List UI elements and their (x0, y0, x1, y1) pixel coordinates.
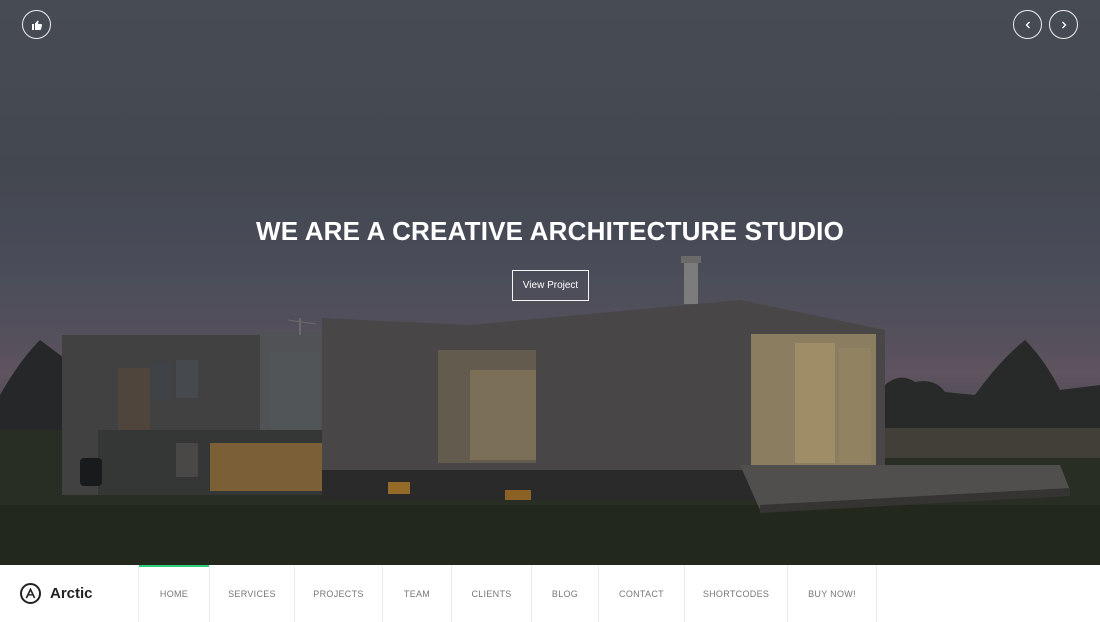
hero-slider: WE ARE A CREATIVE ARCHITECTURE STUDIO Vi… (0, 0, 1100, 565)
brand-name: Arctic (50, 585, 93, 602)
nav-item-team[interactable]: TEAM (383, 565, 452, 622)
letter-a-circle-icon (20, 583, 41, 604)
main-navigation: Arctic HOME SERVICES PROJECTS TEAM CLIEN… (0, 565, 1100, 622)
nav-item-blog[interactable]: BLOG (532, 565, 599, 622)
nav-item-projects[interactable]: PROJECTS (295, 565, 383, 622)
nav-item-services[interactable]: SERVICES (210, 565, 295, 622)
brand-logo[interactable]: Arctic (20, 565, 93, 622)
like-button[interactable] (22, 10, 51, 39)
next-slide-button[interactable] (1049, 10, 1078, 39)
nav-item-home[interactable]: HOME (139, 565, 210, 622)
view-project-button[interactable]: View Project (512, 270, 589, 301)
nav-item-contact[interactable]: CONTACT (599, 565, 685, 622)
chevron-left-icon (1025, 21, 1030, 28)
nav-item-clients[interactable]: CLIENTS (452, 565, 532, 622)
nav-item-shortcodes[interactable]: SHORTCODES (685, 565, 788, 622)
hero-title: WE ARE A CREATIVE ARCHITECTURE STUDIO (255, 216, 845, 246)
nav-item-buy-now[interactable]: BUY NOW! (788, 565, 877, 622)
chevron-right-icon (1061, 21, 1066, 28)
thumbs-up-icon (31, 20, 42, 30)
previous-slide-button[interactable] (1013, 10, 1042, 39)
nav-menu: HOME SERVICES PROJECTS TEAM CLIENTS BLOG… (138, 565, 877, 622)
